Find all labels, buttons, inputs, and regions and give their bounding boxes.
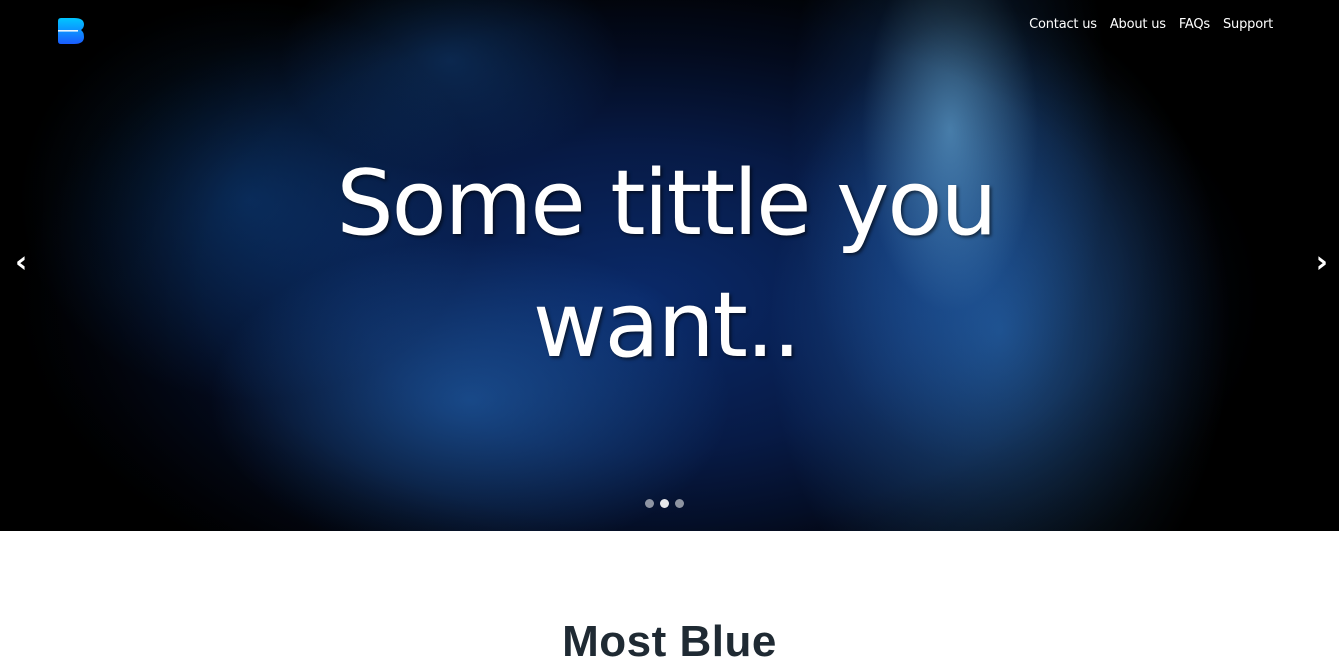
section-heading: Most Blue [562,617,777,666]
carousel-indicator-2[interactable] [660,499,669,508]
nav-link-contact-us[interactable]: Contact us [1029,17,1097,32]
carousel-prev-button[interactable]: ‹ [15,248,27,278]
carousel-indicator-1[interactable] [645,499,654,508]
nav-link-about-us[interactable]: About us [1110,17,1166,32]
hero-title: Some tittle you want.. [336,151,997,378]
brand-logo-icon[interactable] [58,18,84,44]
carousel-next-button[interactable]: › [1316,248,1328,278]
carousel-indicators [645,499,684,508]
nav-link-support[interactable]: Support [1223,17,1273,32]
carousel-indicator-3[interactable] [675,499,684,508]
chevron-left-icon: ‹ [15,245,28,280]
chevron-right-icon: › [1315,245,1328,280]
nav-link-faqs[interactable]: FAQs [1179,17,1210,32]
top-navigation: Contact us About us FAQs Support [1029,17,1273,32]
hero-carousel: Contact us About us FAQs Support Some ti… [0,0,1339,531]
